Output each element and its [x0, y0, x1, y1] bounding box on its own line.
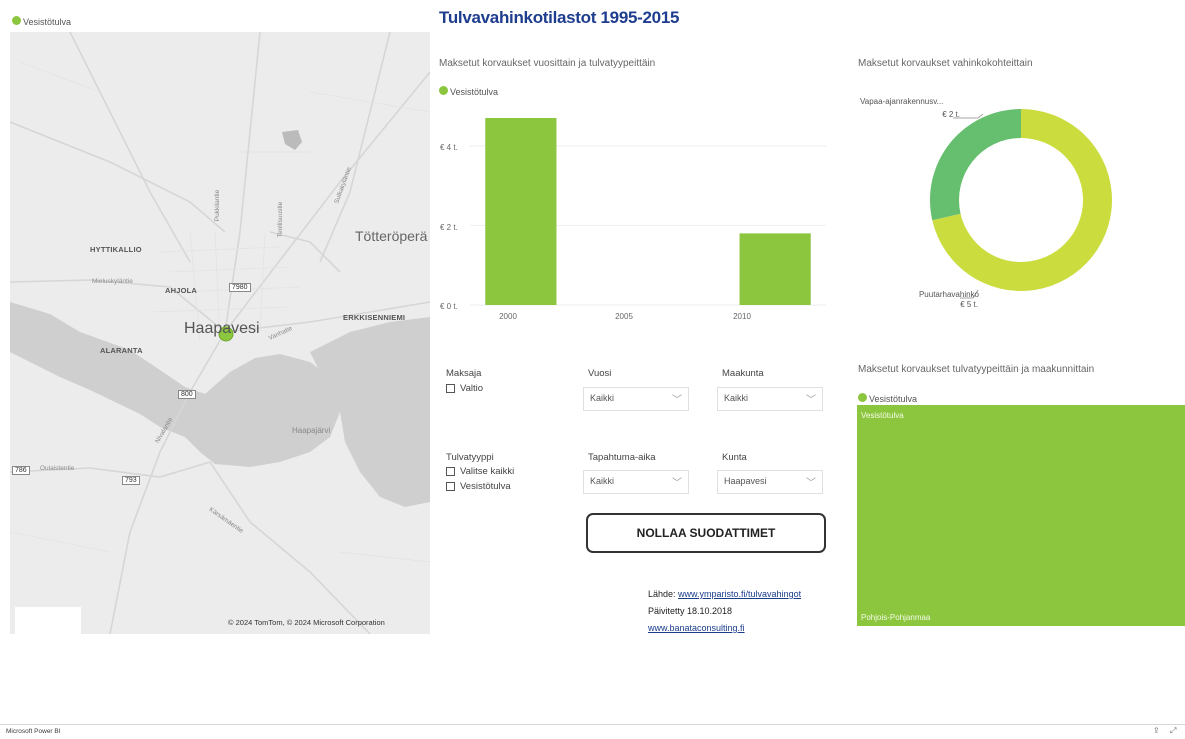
company-line: www.banataconsulting.fi: [648, 623, 745, 633]
map-logo-placeholder: [15, 607, 81, 634]
chevron-down-icon: ﹀: [806, 395, 816, 406]
checkbox-vesistotulva[interactable]: Vesistötulva: [446, 481, 511, 495]
map-attribution: © 2024 TomTom, © 2024 Microsoft Corporat…: [228, 618, 385, 627]
road-shield: 786: [12, 466, 30, 475]
checkbox-box[interactable]: [446, 466, 455, 476]
place-erkkisenniemi: ERKKISENNIEMI: [343, 313, 406, 322]
checkbox-box[interactable]: [446, 481, 455, 491]
legend-dot-icon: [858, 393, 867, 403]
treemap-tile-label: Vesistötulva: [861, 411, 904, 420]
place-haapajarvi: Haapajärvi: [292, 426, 331, 435]
map-visual[interactable]: HYTTIKALLIO AHJOLA ALARANTA ERKKISENNIEM…: [10, 32, 430, 634]
road-shield: 800: [178, 390, 196, 399]
treemap-tile-sublabel: Pohjois-Pohjanmaa: [861, 613, 931, 622]
source-line: Lähde: www.ymparisto.fi/tulvavahingot: [648, 589, 802, 599]
slice-value: € 5 t.: [960, 300, 978, 309]
donut-slice-1: [930, 109, 1021, 221]
donut-chart-title: Maksetut korvaukset vahinkokohteittain: [858, 58, 1033, 69]
bar-chart-title: Maksetut korvaukset vuosittain ja tulvat…: [439, 58, 656, 69]
place-alaranta: ALARANTA: [100, 346, 143, 355]
filter-tapahtuma-label: Tapahtuma-aika: [588, 452, 656, 463]
bar-2000: [485, 118, 557, 305]
filter-maakunta-label: Maakunta: [722, 368, 764, 379]
road-mieluskylantie: Mieluskyläntie: [92, 278, 133, 285]
dropdown-kunta[interactable]: Haapavesi ﹀: [717, 470, 823, 494]
map-legend: Vesistötulva: [12, 12, 71, 30]
bar-chart[interactable]: € 4 t. € 2 t. € 0 t. 2000 2005 2010: [438, 100, 838, 325]
donut-chart[interactable]: Vapaa-ajanrakennusv... € 2 t. Puutarhava…: [858, 90, 1118, 320]
x-tick-label: 2010: [733, 312, 751, 321]
slice-label: Vapaa-ajanrakennusv...: [860, 97, 943, 106]
legend-dot-icon: [12, 16, 21, 26]
y-tick-label: € 0 t.: [440, 302, 458, 311]
treemap-title: Maksetut korvaukset tulvatyypeittäin ja …: [858, 364, 1095, 375]
checkbox-valtio[interactable]: Valtio: [446, 383, 483, 397]
chevron-down-icon: ﹀: [806, 478, 816, 489]
status-bar: Microsoft Power BI ⇪ ⤢: [0, 724, 1185, 739]
road-pukkilantie: Pukkilantie: [214, 189, 222, 222]
bar-chart-legend: Vesistötulva: [439, 82, 498, 100]
y-tick-label: € 4 t.: [440, 143, 458, 152]
x-tick-label: 2000: [499, 312, 517, 321]
filter-maksaja-label: Maksaja: [446, 368, 482, 379]
legend-dot-icon: [439, 86, 448, 96]
road-shield: 7980: [229, 283, 251, 292]
slice-value: € 2 t.: [942, 110, 960, 119]
slice-label: Puutarhavahinko: [919, 290, 980, 299]
fullscreen-icon[interactable]: ⤢: [1170, 726, 1176, 736]
share-icon[interactable]: ⇪: [1153, 726, 1160, 735]
place-hyttikallio: HYTTIKALLIO: [90, 245, 142, 254]
checkbox-select-all[interactable]: Valitse kaikki: [446, 466, 514, 480]
place-haapavesi: Haapavesi: [184, 320, 260, 337]
chevron-down-icon: ﹀: [672, 395, 682, 406]
bar-2010: [739, 233, 811, 305]
filter-tulvatyyppi-label: Tulvatyyppi: [446, 452, 494, 463]
dropdown-maakunta[interactable]: Kaikki ﹀: [717, 387, 823, 411]
filter-vuosi-label: Vuosi: [588, 368, 612, 379]
treemap-tile[interactable]: Vesistötulva Pohjois-Pohjanmaa: [857, 405, 1185, 626]
road-oulaistentie: Oulaistentie: [40, 465, 75, 472]
dropdown-tapahtuma-aika[interactable]: Kaikki ﹀: [583, 470, 689, 494]
filter-kunta-label: Kunta: [722, 452, 747, 463]
updated-text: Päivitetty 18.10.2018: [648, 606, 733, 616]
y-tick-label: € 2 t.: [440, 223, 458, 232]
checkbox-box[interactable]: [446, 383, 455, 393]
place-totteropera: Tötteröperä: [355, 228, 428, 244]
company-link[interactable]: www.banataconsulting.fi: [648, 623, 745, 633]
dropdown-vuosi[interactable]: Kaikki ﹀: [583, 387, 689, 411]
road-shield: 793: [122, 476, 140, 485]
source-link[interactable]: www.ymparisto.fi/tulvavahingot: [678, 589, 801, 599]
powerbi-brand: Microsoft Power BI: [6, 728, 61, 735]
x-tick-label: 2005: [615, 312, 633, 321]
road-teollisuustie: Teollisuustie: [277, 201, 285, 238]
reset-filters-button[interactable]: NOLLAA SUODATTIMET: [586, 513, 826, 553]
place-ahjola: AHJOLA: [165, 286, 198, 295]
report-title: Tulvavahinkotilastot 1995-2015: [439, 8, 680, 27]
chevron-down-icon: ﹀: [672, 478, 682, 489]
